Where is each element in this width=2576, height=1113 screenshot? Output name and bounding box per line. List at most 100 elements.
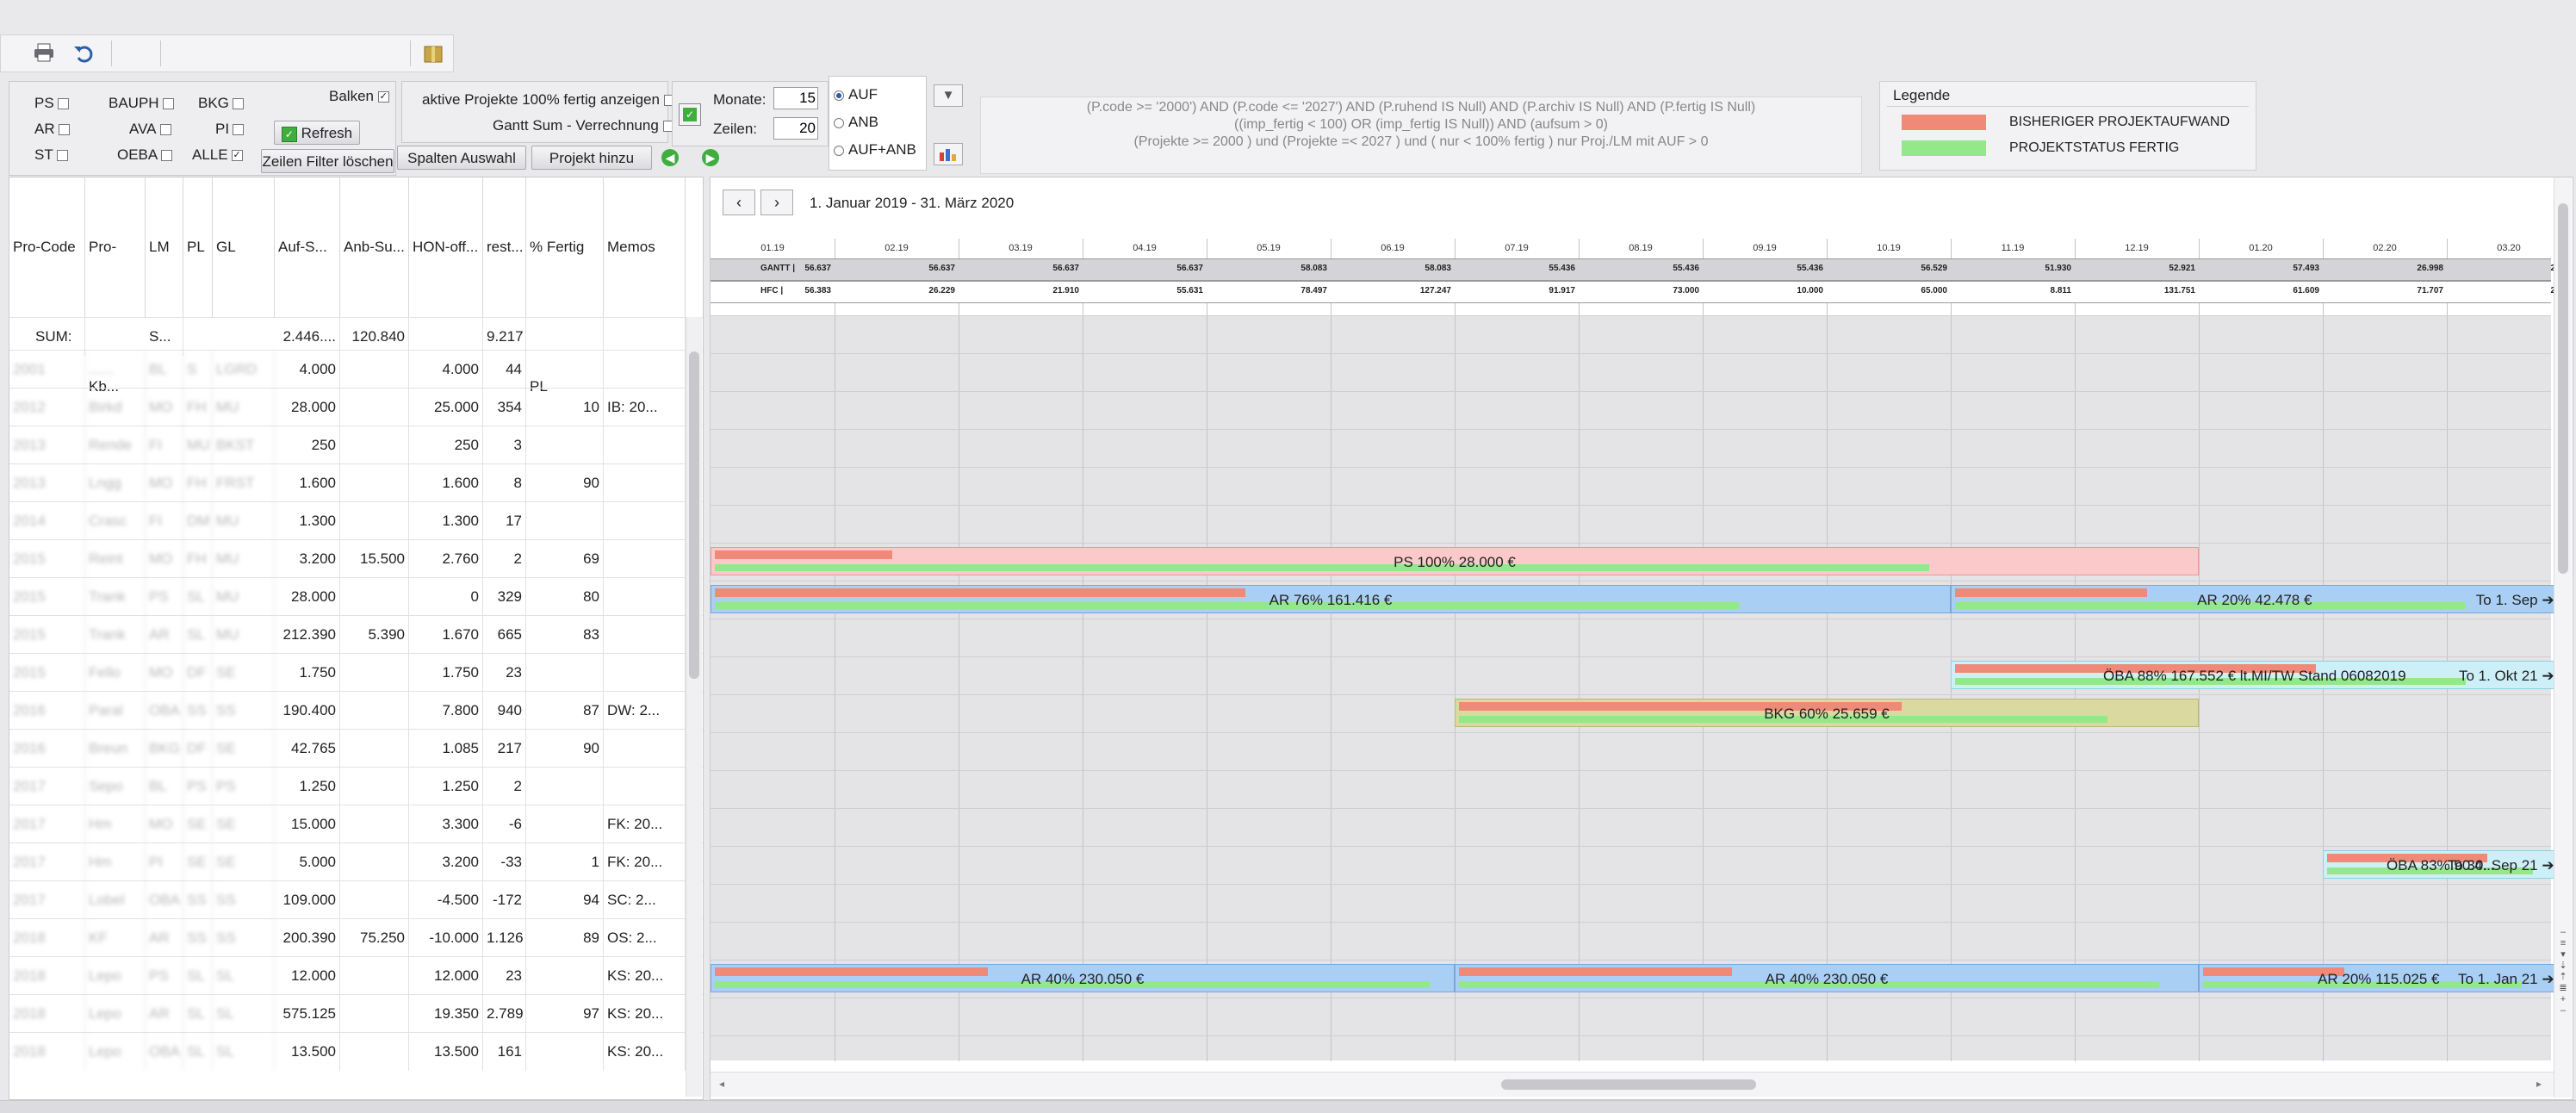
table-row[interactable]: 2017 Hm MO SE SE 15.000 3.300 -6 FK: 20... [9, 805, 703, 843]
radio-dot[interactable] [834, 90, 844, 101]
filter-bkg-option[interactable]: BKG [198, 95, 244, 112]
gantt-hscroll-thumb[interactable] [1501, 1079, 1756, 1090]
column-header[interactable]: GL [213, 177, 275, 317]
table-row[interactable]: 2018 KF AR SS SS 200.390 75.250 -10.000 1.126 89 O… [9, 918, 703, 957]
nav-back-icon[interactable]: ◀ [661, 149, 679, 166]
gantt-hscrollbar[interactable]: ◂ ▸ [711, 1072, 2554, 1097]
cell-hon: 1.300 [409, 502, 483, 540]
nav-forward-icon[interactable]: ▶ [702, 149, 719, 166]
filter-ar-option[interactable]: AR [34, 121, 70, 138]
columns-select-button[interactable]: Spalten Auswahl [397, 146, 526, 170]
apply-icon[interactable]: ✓ [679, 103, 701, 126]
table-row[interactable]: 2018 Lepo PS SL SL 12.000 12.000 23 KS: 20... [9, 956, 703, 995]
undo-icon[interactable] [73, 44, 94, 63]
filter-checkbox[interactable]: ✓ [231, 150, 243, 162]
next-period-button[interactable]: › [760, 190, 793, 215]
gantt-bar[interactable]: ÖBA 88% 167.552 € lt.MI/TW Stand 0608201… [1951, 661, 2559, 689]
column-header[interactable]: Pro-Code [9, 177, 85, 317]
column-header[interactable]: Auf-S... [275, 177, 340, 317]
table-row[interactable]: 2015 Reint MO FH MU 3.200 15.500 2.760 2 69 [9, 539, 703, 578]
month-label: 05.19 [1257, 243, 1281, 253]
filter-st-option[interactable]: ST [34, 146, 68, 164]
table-row[interactable]: 2015 Fello MO DF SE 1.750 1.750 23 [9, 653, 703, 692]
table-row[interactable]: 2013 Lngg MO FH FRST 1.600 1.600 8 90 [9, 463, 703, 502]
active-projects-option[interactable]: aktive Projekte 100% fertig anzeigen [422, 91, 675, 109]
filter-oeba-option[interactable]: OEBA [117, 146, 173, 164]
radio-dot[interactable] [834, 145, 844, 156]
table-row[interactable]: 2018 Lepo AR SL SL 575.125 19.350 2.789 97 KS: 20… [9, 994, 703, 1033]
table-scroll-thumb[interactable] [689, 351, 699, 679]
prev-period-button[interactable]: ‹ [723, 190, 755, 215]
filter-checkbox[interactable] [58, 124, 70, 136]
filter-ava-option[interactable]: AVA [129, 121, 171, 138]
query-box: (P.code >= '2000') AND (P.code <= '2027'… [980, 96, 1862, 174]
gantt-bar[interactable]: PS 100% 28.000 € [711, 547, 2199, 575]
table-row[interactable]: 2017 Hm PI SE SE 5.000 3.200 -33 1 FK: 20... [9, 843, 703, 881]
table-scrollbar[interactable] [686, 317, 702, 1097]
filter-pi-option[interactable]: PI [215, 121, 245, 138]
table-row[interactable]: 2017 Sepo BL PS PS 1.250 1.250 2 [9, 767, 703, 805]
column-header[interactable]: LM [146, 177, 183, 317]
balken-option[interactable]: Balken ✓ [329, 88, 389, 105]
balken-checkbox[interactable]: ✓ [377, 91, 389, 103]
radio-anb[interactable]: ANB [834, 114, 878, 131]
filter-funnel-icon[interactable]: ▼ [934, 84, 963, 107]
gantt-zoom-controls[interactable]: – ≡ ▾ ⇣ ⇡ ≣ + – [2556, 927, 2570, 1017]
table-row[interactable]: 2001...... BL S LGRD 4.000 4.000 44 [9, 350, 703, 389]
table-row[interactable]: 2016 Paral OBA SS SS 190.400 7.800 940 87 DW: 2..… [9, 691, 703, 730]
column-header[interactable]: HON-off... [409, 177, 483, 317]
cell-memo [604, 351, 686, 389]
filter-checkbox[interactable] [233, 124, 245, 136]
column-header[interactable]: rest... [483, 177, 526, 317]
sum-row[interactable]: SUM: S... 2.446.... 120.840 9.217 [9, 317, 703, 356]
column-header[interactable]: % Fertig PL [526, 177, 604, 395]
table-row[interactable]: 2014 Crasc FI DM MU 1.300 1.300 17 [9, 501, 703, 540]
radio-auf-anb[interactable]: AUF+ANB [834, 141, 916, 159]
gantt-bar[interactable]: BKG 60% 25.659 € [1455, 699, 2199, 727]
gantt-bar[interactable]: AR 40% 230.050 € [1455, 964, 2199, 992]
gantt-bar[interactable]: AR 40% 230.050 € [711, 964, 1455, 992]
add-project-button[interactable]: Projekt hinzu [531, 146, 652, 170]
gantt-bar[interactable]: AR 20% 42.478 € To 1. Sep ➔ [1951, 585, 2559, 613]
package-icon[interactable] [423, 43, 444, 64]
table-row[interactable]: 2017 Lobel OBA SS SS 109.000 -4.500 -172 94 SC: 2… [9, 880, 703, 919]
printer-icon[interactable] [34, 43, 54, 62]
filter-checkbox[interactable] [161, 150, 173, 162]
filter-checkbox[interactable] [162, 98, 174, 110]
table-row[interactable]: 2013 Rende FI MU BKST 250 250 3 [9, 426, 703, 464]
filter-checkbox[interactable] [232, 98, 244, 110]
radio-dot[interactable] [834, 117, 844, 128]
gantt-vscrollbar[interactable]: – ≡ ▾ ⇣ ⇡ ≣ + – [2554, 177, 2572, 1097]
radio-auf[interactable]: AUF [834, 86, 878, 103]
rows-input[interactable] [773, 117, 818, 140]
gantt-bar[interactable]: ÖBA 83% 90.4... To 30. Sep 21 ➔ [2323, 850, 2559, 879]
filter-ps-option[interactable]: PS [34, 95, 69, 112]
months-input[interactable] [773, 87, 818, 109]
row-gridline [711, 808, 2551, 809]
gantt-vscroll-thumb[interactable] [2558, 203, 2568, 574]
gantt-bar[interactable]: AR 20% 115.025 € To 1. Jan 21 ➔ [2199, 964, 2559, 992]
column-header[interactable]: Memos [604, 177, 686, 317]
cell-memo: KS: 20... [604, 995, 686, 1033]
column-header[interactable]: Anb-Su... [340, 177, 409, 317]
table-row[interactable]: 2015 Trank PS SL MU 28.000 0 329 80 [9, 577, 703, 616]
column-header[interactable]: PL [183, 177, 213, 317]
filter-alle-option[interactable]: ALLE ✓ [192, 146, 243, 164]
filter-checkbox[interactable] [56, 150, 68, 162]
cell-gl: SE [213, 654, 275, 692]
table-row[interactable]: 2018 Lepo OBA SL SL 13.500 13.500 161 KS: 20... [9, 1032, 703, 1071]
gantt-sum-option[interactable]: Gantt Sum - Verrechnung [493, 117, 674, 134]
bar-label: BKG 60% 25.659 € [1764, 706, 1890, 722]
column-header[interactable]: Pro-Kb... [85, 177, 146, 395]
gantt-bar[interactable]: AR 76% 161.416 € [711, 585, 1951, 613]
chart-export-icon[interactable] [934, 143, 963, 165]
clear-filter-button[interactable]: Zeilen Filter löschen [261, 149, 394, 173]
table-row[interactable]: 2015 Trank AR SL MU 212.390 5.390 1.670 665 83 [9, 615, 703, 654]
filter-checkbox[interactable] [57, 98, 69, 110]
table-row[interactable]: 2012 Birkd MO FH MU 28.000 25.000 354 10 IB: 20..… [9, 388, 703, 426]
cell-hon: 13.500 [409, 1033, 483, 1071]
table-row[interactable]: 2016 Breun BKG DF SE 42.765 1.085 217 90 [9, 729, 703, 768]
filter-checkbox[interactable] [159, 124, 171, 136]
filter-bauph-option[interactable]: BAUPH [109, 95, 174, 112]
refresh-button[interactable]: ✓ Refresh [274, 121, 360, 145]
